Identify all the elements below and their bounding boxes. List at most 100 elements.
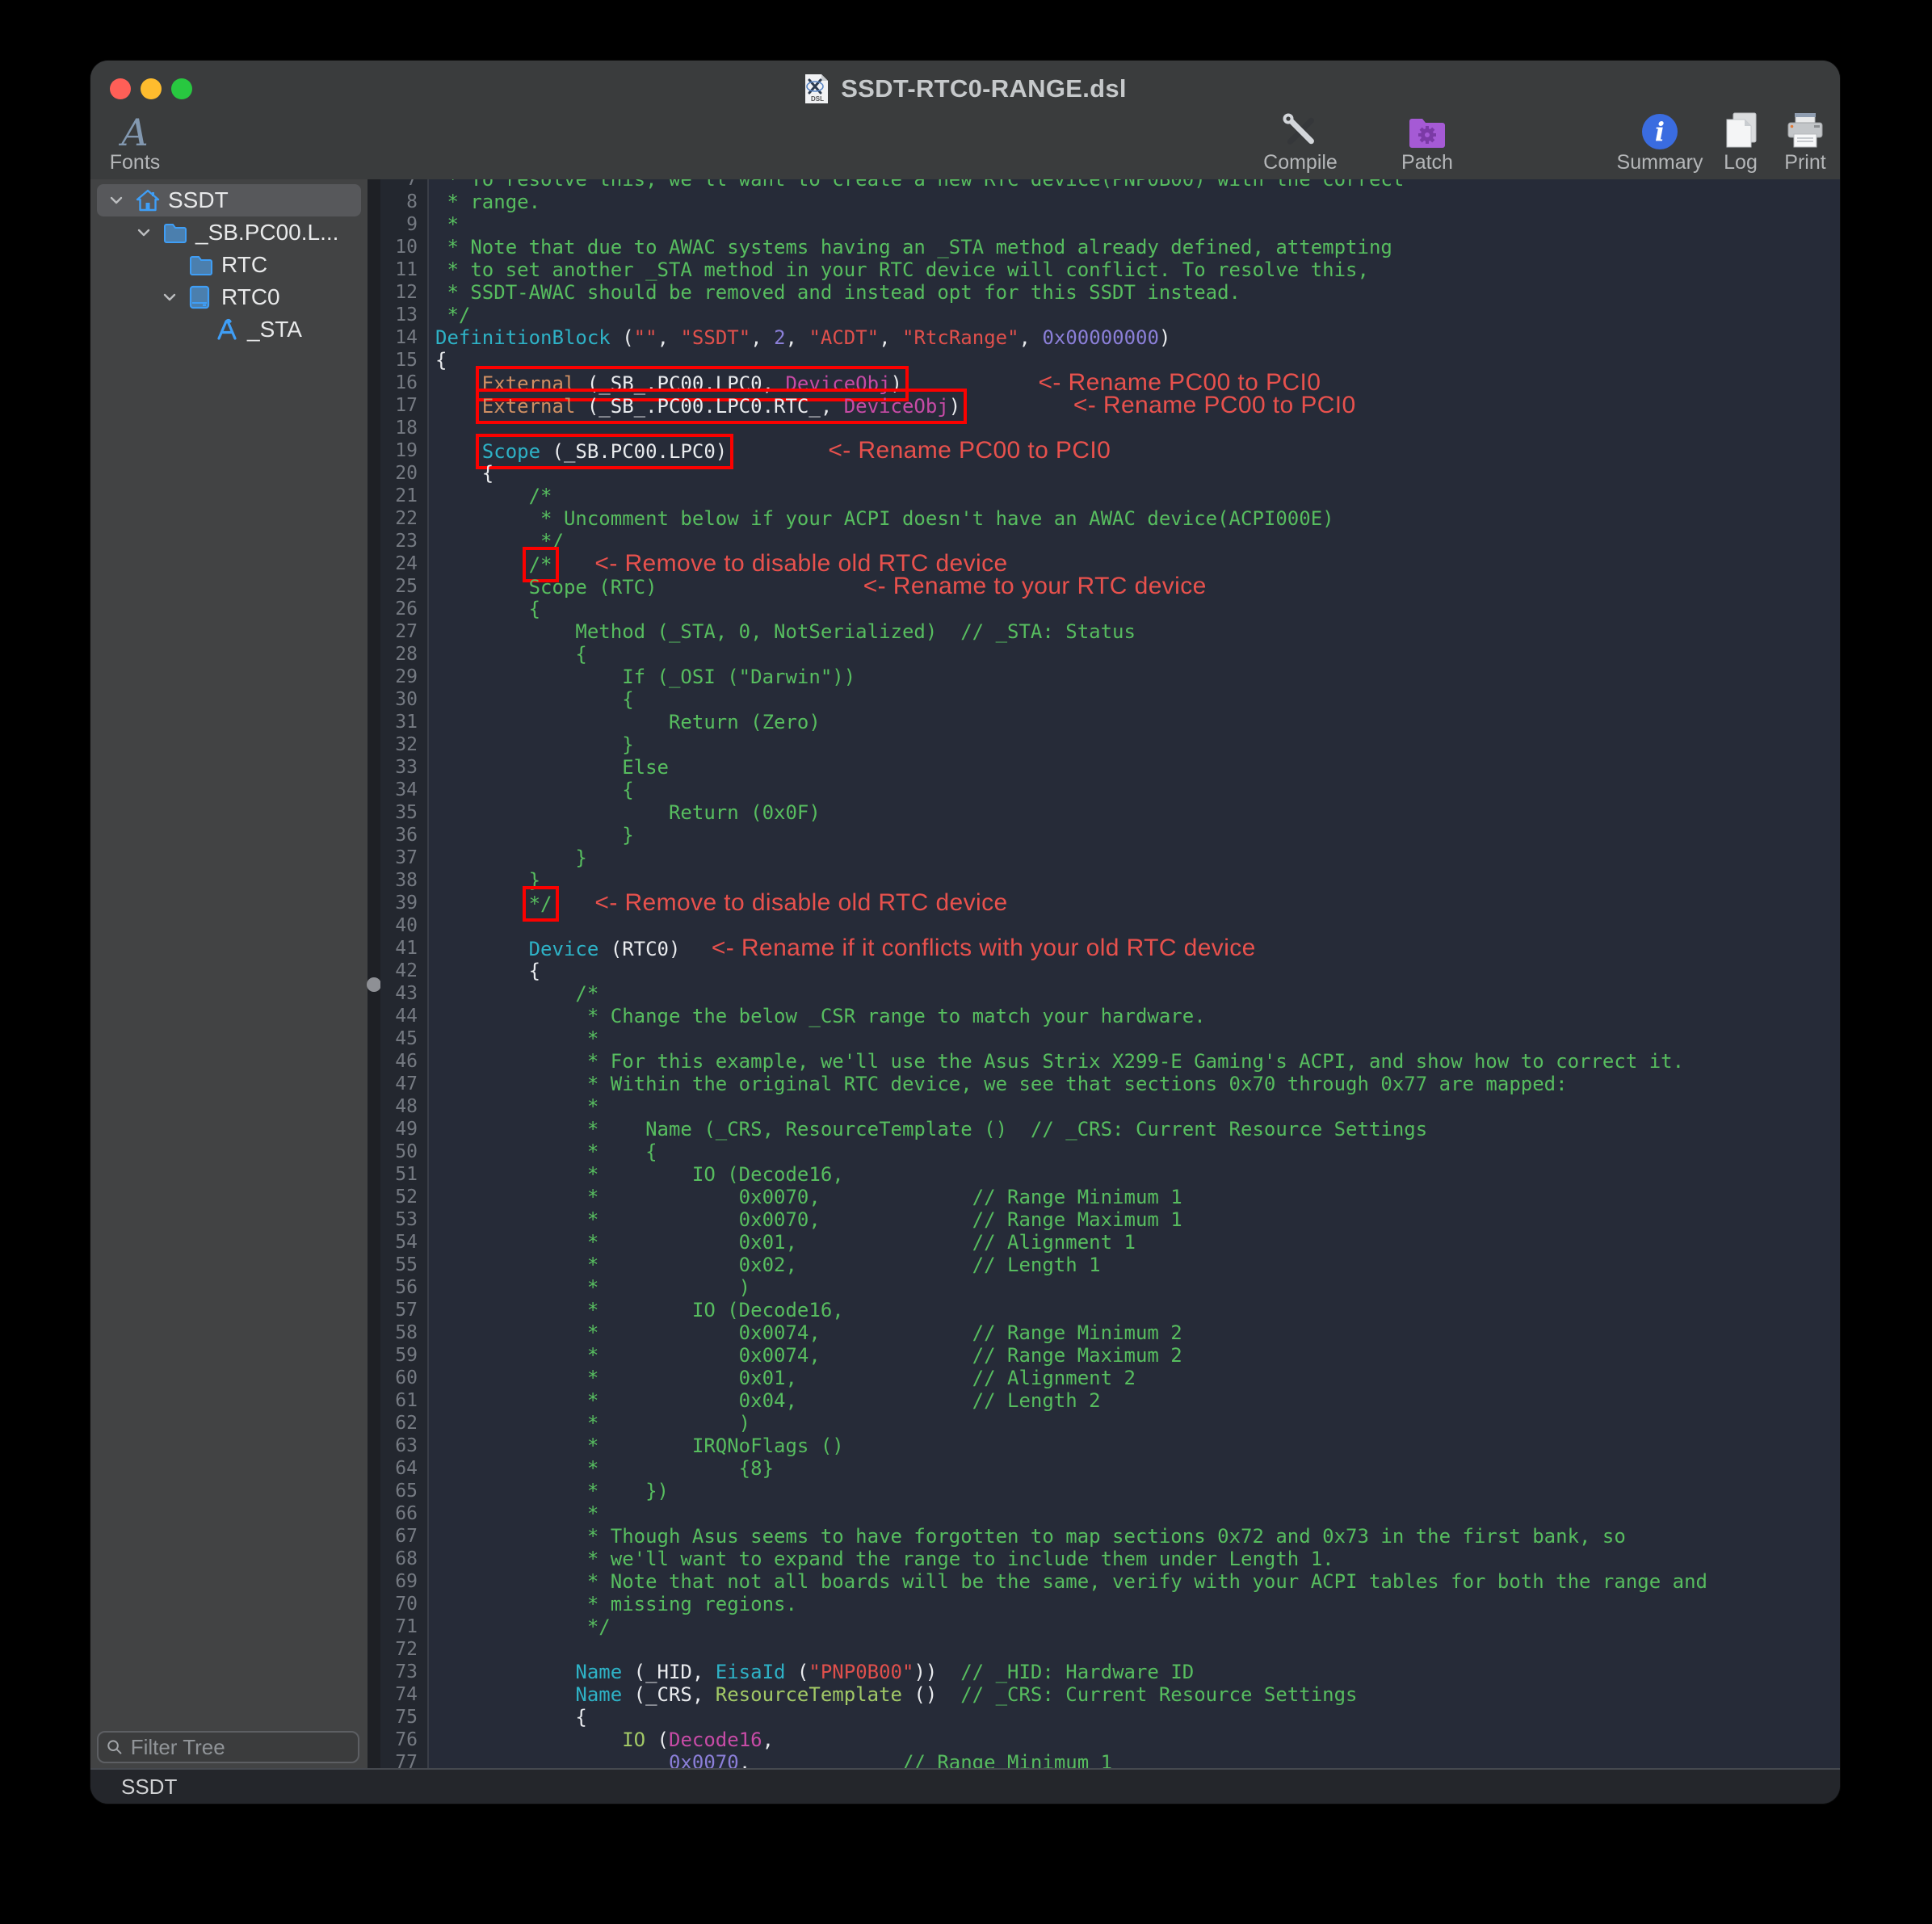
patch-button[interactable]: Patch xyxy=(1379,111,1476,173)
line-number: 50 xyxy=(380,1141,427,1163)
line-number: 53 xyxy=(380,1208,427,1231)
code-line-33: 33 Else xyxy=(380,756,1840,779)
line-number: 77 xyxy=(380,1751,427,1768)
line-number: 40 xyxy=(380,914,427,937)
line-number: 29 xyxy=(380,666,427,688)
fonts-button[interactable]: A Fonts xyxy=(99,111,171,173)
titlebar: DSL SSDT-RTC0-RANGE.dsl xyxy=(90,61,1840,117)
tree-item-rtc[interactable]: RTC xyxy=(97,249,361,281)
code-token: // Range Minimum 1 xyxy=(902,1751,1112,1768)
code-line-56: 56 * ) xyxy=(380,1276,1840,1299)
code-line-67: 67 * Though Asus seems to have forgotten… xyxy=(380,1525,1840,1548)
code-line-64: 64 * {8} xyxy=(380,1457,1840,1480)
filter-tree-field[interactable] xyxy=(97,1731,359,1763)
code-token: * xyxy=(435,1095,598,1118)
code-token: * Though Asus seems to have forgotten to… xyxy=(435,1525,1626,1548)
code-token xyxy=(435,372,482,395)
code-line-13: 13 */ xyxy=(380,304,1840,326)
zoom-button[interactable] xyxy=(171,78,192,99)
line-number: 76 xyxy=(380,1729,427,1751)
tree-item-rtc0[interactable]: RTC0 xyxy=(97,281,361,313)
line-number: 57 xyxy=(380,1299,427,1321)
minimize-button[interactable] xyxy=(141,78,162,99)
home-icon xyxy=(136,189,168,212)
splitter-handle-dot[interactable] xyxy=(367,977,381,992)
code-token: // _CRS: Current Resource Settings xyxy=(960,1683,1357,1706)
code-token: */ xyxy=(435,530,564,552)
code-line-58: 58 * 0x0074, // Range Minimum 2 xyxy=(380,1321,1840,1344)
code-token: 0x00000000 xyxy=(1042,326,1159,349)
fonts-label: Fonts xyxy=(110,152,161,173)
code-token: , xyxy=(879,326,902,349)
line-number: 15 xyxy=(380,349,427,372)
close-button[interactable] xyxy=(110,78,131,99)
log-button[interactable]: Log xyxy=(1708,111,1773,173)
code-line-47: 47 * Within the original RTC device, we … xyxy=(380,1073,1840,1095)
code-token: "" xyxy=(634,326,657,349)
print-button[interactable]: Print xyxy=(1769,111,1840,173)
code-line-54: 54 * 0x01, // Alignment 1 xyxy=(380,1231,1840,1254)
tree-item-sbpc00l[interactable]: _SB.PC00.L... xyxy=(97,216,361,249)
chevron-down-icon[interactable] xyxy=(162,289,189,305)
chevron-down-icon[interactable] xyxy=(108,192,136,208)
summary-icon: i xyxy=(1641,111,1678,150)
code-line-19: 19 Scope (_SB.PC00.LPC0) <- Rename PC00 … xyxy=(380,439,1840,462)
code-token: , xyxy=(739,1751,902,1768)
line-number: 66 xyxy=(380,1502,427,1525)
line-number: 9 xyxy=(380,213,427,236)
code-token xyxy=(960,395,1054,418)
code-token: * range. xyxy=(435,191,540,213)
code-token xyxy=(435,1729,622,1751)
code-line-32: 32 } xyxy=(380,733,1840,756)
tree-item-label: RTC0 xyxy=(221,284,280,310)
line-number: 33 xyxy=(380,756,427,779)
code-token: If (_OSI ("Darwin")) xyxy=(435,666,855,688)
code-token: * xyxy=(435,1502,598,1525)
summary-button[interactable]: i Summary xyxy=(1595,111,1724,173)
code-line-71: 71 */ xyxy=(380,1615,1840,1638)
code-token: */ xyxy=(435,1615,611,1638)
code-line-14: 14DefinitionBlock ("", "SSDT", 2, "ACDT"… xyxy=(380,326,1840,349)
line-number: 44 xyxy=(380,1005,427,1027)
code-token xyxy=(552,893,576,915)
code-line-72: 72 xyxy=(380,1638,1840,1661)
line-number: 64 xyxy=(380,1457,427,1480)
print-icon xyxy=(1785,111,1825,150)
code-token: (_SB_.PC00.LPC0.RTC_, xyxy=(575,395,843,418)
line-number: 61 xyxy=(380,1389,427,1412)
line-number: 43 xyxy=(380,982,427,1005)
code-line-74: 74 Name (_CRS, ResourceTemplate () // _C… xyxy=(380,1683,1840,1706)
code-line-41: 41 Device (RTC0) <- Rename if it conflic… xyxy=(380,937,1840,960)
code-editor[interactable]: 7 * To resolve this, we'll want to creat… xyxy=(380,179,1840,1768)
line-number: 60 xyxy=(380,1367,427,1389)
code-token: * { xyxy=(435,1141,657,1163)
code-token: * xyxy=(435,1027,598,1050)
tree-item-ssdt[interactable]: SSDT xyxy=(97,184,361,216)
log-label: Log xyxy=(1724,152,1758,173)
compile-button[interactable]: Compile xyxy=(1236,111,1365,173)
code-line-23: 23 */ xyxy=(380,530,1840,552)
code-token: * Note that due to AWAC systems having a… xyxy=(435,236,1392,258)
code-token: { xyxy=(435,960,540,982)
tree-item-sta[interactable]: _STA xyxy=(97,313,361,346)
sidebar-splitter[interactable] xyxy=(368,179,380,1768)
folder-icon xyxy=(189,254,221,275)
code-token: ( xyxy=(611,326,634,349)
line-number: 31 xyxy=(380,711,427,733)
code-token: (_SB.PC00.LPC0) xyxy=(540,440,727,463)
line-number: 36 xyxy=(380,824,427,846)
chevron-down-icon[interactable] xyxy=(136,225,163,241)
code-line-65: 65 * }) xyxy=(380,1480,1840,1502)
code-token: * For this example, we'll use the Asus S… xyxy=(435,1050,1684,1073)
line-number: 63 xyxy=(380,1435,427,1457)
filter-tree-input[interactable] xyxy=(129,1734,350,1761)
code-line-76: 76 IO (Decode16, xyxy=(380,1729,1840,1751)
summary-label: Summary xyxy=(1617,152,1703,173)
code-line-11: 11 * to set another _STA method in your … xyxy=(380,258,1840,281)
code-line-34: 34 { xyxy=(380,779,1840,801)
code-token: ResourceTemplate xyxy=(716,1683,902,1706)
line-number: 34 xyxy=(380,779,427,801)
code-token: * 0x04, // Length 2 xyxy=(435,1389,1101,1412)
patch-icon xyxy=(1407,111,1447,150)
code-token: Else xyxy=(435,756,669,779)
